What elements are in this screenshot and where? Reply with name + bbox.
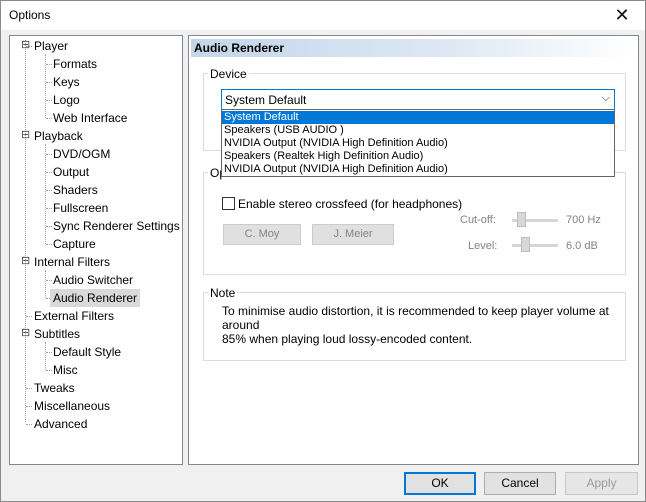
collapse-icon[interactable]: ⊟ <box>21 130 30 141</box>
device-option[interactable]: Speakers (Realtek High Definition Audio) <box>222 150 614 163</box>
options-tree[interactable]: ⊟ Player Formats Keys Logo Web Interface… <box>9 35 183 465</box>
crossfeed-checkbox[interactable] <box>222 197 235 210</box>
tree-connector <box>46 190 52 191</box>
window-title: Options <box>9 8 51 22</box>
tree-item-keys[interactable]: Keys <box>53 73 80 91</box>
device-dropdown-list: System Default Speakers (USB AUDIO ) NVI… <box>221 109 615 177</box>
cutoff-slider-thumb[interactable] <box>517 212 526 227</box>
tree-item-audio-switcher[interactable]: Audio Switcher <box>53 271 133 289</box>
cancel-button[interactable]: Cancel <box>484 472 556 495</box>
tree-connector <box>26 424 32 425</box>
tree-item-advanced[interactable]: Advanced <box>34 415 87 433</box>
tree-item-default-style[interactable]: Default Style <box>53 343 121 361</box>
tree-item-player[interactable]: Player <box>34 37 68 55</box>
cmoy-button[interactable]: C. Moy <box>223 224 301 245</box>
panel-header: Audio Renderer <box>191 39 637 57</box>
device-option[interactable]: Speakers (USB AUDIO ) <box>222 124 614 137</box>
tree-filters-line <box>45 270 46 298</box>
device-option[interactable]: System Default <box>222 111 614 124</box>
tree-connector <box>26 388 32 389</box>
tree-connector <box>46 352 52 353</box>
tree-connector <box>46 154 52 155</box>
tree-connector <box>46 280 52 281</box>
tree-connector <box>46 100 52 101</box>
apply-button[interactable]: Apply <box>565 472 638 495</box>
tree-connector <box>46 208 52 209</box>
tree-item-formats[interactable]: Formats <box>53 55 97 73</box>
tree-item-sync-renderer-settings[interactable]: Sync Renderer Settings <box>53 217 180 235</box>
tree-item-external-filters[interactable]: External Filters <box>34 307 114 325</box>
tree-item-misc[interactable]: Misc <box>53 361 78 379</box>
level-label: Level: <box>468 240 498 252</box>
tree-item-miscellaneous[interactable]: Miscellaneous <box>34 397 110 415</box>
ok-button[interactable]: OK <box>404 472 476 495</box>
tree-connector <box>46 64 52 65</box>
tree-connector <box>46 118 52 119</box>
tree-item-internal-filters[interactable]: Internal Filters <box>34 253 110 271</box>
tree-item-playback[interactable]: Playback <box>34 127 83 145</box>
tree-connector <box>46 370 52 371</box>
collapse-icon[interactable]: ⊟ <box>21 40 30 51</box>
cutoff-label: Cut-off: <box>460 214 496 226</box>
device-legend: Device <box>208 67 249 81</box>
tree-item-capture[interactable]: Capture <box>53 235 96 253</box>
device-option[interactable]: NVIDIA Output (NVIDIA High Definition Au… <box>222 137 614 150</box>
options-window: Options ✕ ⊟ Player Formats Keys Logo Web… <box>0 0 646 502</box>
tree-connector <box>46 172 52 173</box>
tree-connector <box>46 82 52 83</box>
tree-item-web-interface[interactable]: Web Interface <box>53 109 127 127</box>
tree-item-fullscreen[interactable]: Fullscreen <box>53 199 108 217</box>
tree-connector <box>26 406 32 407</box>
tree-item-output[interactable]: Output <box>53 163 89 181</box>
tree-item-audio-renderer[interactable]: Audio Renderer <box>50 289 141 307</box>
jmeier-button[interactable]: J. Meier <box>312 224 394 245</box>
level-slider-track[interactable] <box>512 244 558 247</box>
chevron-down-icon[interactable]: ⌵ <box>602 92 610 105</box>
level-slider-thumb[interactable] <box>521 237 530 252</box>
close-icon[interactable]: ✕ <box>599 1 645 30</box>
note-line-1: To minimise audio distortion, it is reco… <box>222 304 609 332</box>
device-select[interactable]: System Default ⌵ <box>221 89 615 110</box>
tree-root-line <box>25 40 26 422</box>
tree-subtitles-line <box>45 342 46 370</box>
device-selected-value: System Default <box>225 93 307 107</box>
level-value: 6.0 dB <box>566 240 598 252</box>
tree-item-dvd-ogm[interactable]: DVD/OGM <box>53 145 110 163</box>
device-option[interactable]: NVIDIA Output (NVIDIA High Definition Au… <box>222 163 614 176</box>
collapse-icon[interactable]: ⊟ <box>21 328 30 339</box>
tree-connector <box>26 316 32 317</box>
panel-title: Audio Renderer <box>194 41 285 55</box>
tree-item-subtitles[interactable]: Subtitles <box>34 325 80 343</box>
note-text: To minimise audio distortion, it is reco… <box>222 304 617 346</box>
tree-playback-line <box>45 144 46 244</box>
tree-connector <box>46 244 52 245</box>
note-legend: Note <box>208 286 238 300</box>
cutoff-value: 700 Hz <box>566 214 601 226</box>
collapse-icon[interactable]: ⊟ <box>21 256 30 267</box>
title-bar: Options ✕ <box>1 1 645 30</box>
crossfeed-label[interactable]: Enable stereo crossfeed (for headphones) <box>238 197 462 211</box>
tree-connector <box>46 226 52 227</box>
tree-item-logo[interactable]: Logo <box>53 91 80 109</box>
note-line-2: 85% when playing loud lossy-encoded cont… <box>222 332 473 346</box>
tree-item-tweaks[interactable]: Tweaks <box>34 379 75 397</box>
tree-item-shaders[interactable]: Shaders <box>53 181 98 199</box>
